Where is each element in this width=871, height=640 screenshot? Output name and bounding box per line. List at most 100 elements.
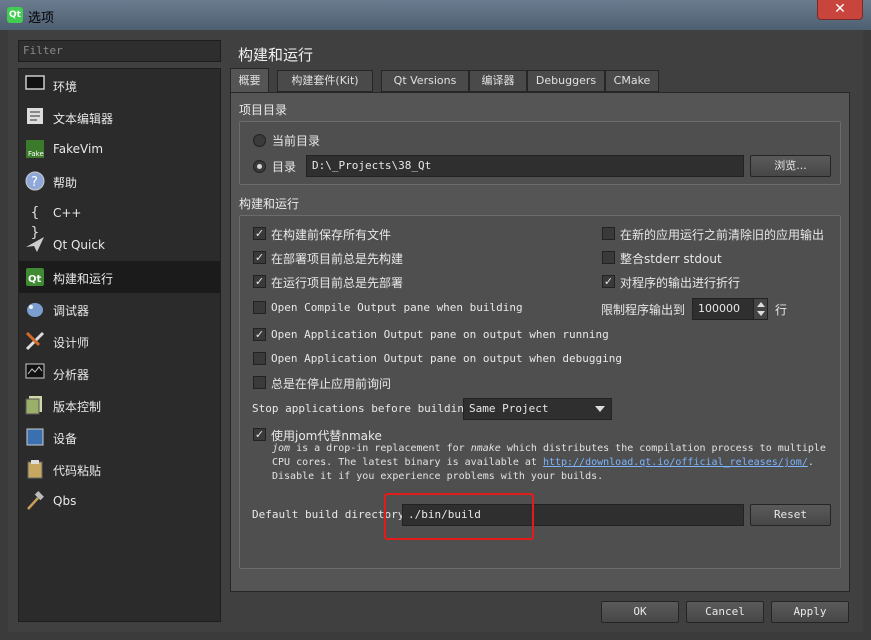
spinbox-arrows[interactable]	[753, 299, 767, 319]
limit-output-label: 限制程序输出到	[601, 303, 686, 317]
use-jom-checkbox[interactable]: ✓	[253, 428, 266, 441]
tab-cmake[interactable]: CMake	[605, 70, 659, 92]
open-compile-output-label: Open Compile Output pane when building	[271, 301, 523, 314]
annotation-highlight-box	[384, 493, 534, 540]
category-devices[interactable]: 设备	[19, 421, 220, 453]
tab-panel: 项目目录 当前目录 目录 D:\_Projects\38_Qt 浏览... 构建…	[230, 92, 850, 592]
category-label: 设备	[53, 432, 78, 446]
category-build-run[interactable]: Qt 构建和运行	[19, 261, 220, 293]
apply-button[interactable]: Apply	[771, 601, 849, 623]
dir-radio[interactable]	[253, 160, 266, 173]
wrap-output-checkbox[interactable]: ✓	[602, 275, 615, 288]
category-label: 分析器	[53, 368, 90, 382]
stop-apps-combobox[interactable]: Same Project	[463, 398, 612, 420]
dir-label: 目录	[272, 160, 297, 174]
stop-apps-value: Same Project	[469, 402, 549, 415]
category-cpp[interactable]: { } C++	[19, 197, 220, 241]
reset-button[interactable]: Reset	[750, 504, 831, 526]
limit-output-spinbox[interactable]: 100000	[692, 298, 768, 320]
dir-path-input[interactable]: D:\_Projects\38_Qt	[306, 155, 744, 177]
window-title: 选项	[28, 11, 55, 26]
category-qbs[interactable]: Qbs	[19, 485, 220, 517]
category-fakevim[interactable]: Fake FakeVim	[19, 133, 220, 165]
build-before-deploy-checkbox[interactable]: ✓	[253, 251, 266, 264]
category-label: Qt Quick	[53, 238, 105, 252]
svg-text:Qt: Qt	[28, 274, 42, 285]
options-window: Qt 选项 ✕ Filter 环境 文本编辑器 Fake FakeVim ? 帮…	[0, 0, 871, 640]
current-dir-label: 当前目录	[272, 134, 321, 148]
build-before-deploy-label: 在部署项目前总是先构建	[271, 252, 404, 266]
category-label: 调试器	[53, 304, 90, 318]
tab-overview[interactable]: 概要	[230, 68, 269, 92]
deploy-before-run-label: 在运行项目前总是先部署	[271, 276, 404, 290]
code-paste-icon	[24, 459, 46, 479]
jom-download-link[interactable]: http://download.qt.io/official_releases/…	[543, 457, 808, 468]
title-bar[interactable]: Qt 选项 ✕	[0, 0, 871, 30]
category-analyzer[interactable]: 分析器	[19, 357, 220, 389]
dialog-body: Filter 环境 文本编辑器 Fake FakeVim ? 帮助 { } C+…	[8, 30, 863, 632]
project-dir-title: 项目目录	[239, 103, 288, 117]
ask-before-stop-label: 总是在停止应用前询问	[271, 377, 392, 391]
monitor-icon	[24, 75, 46, 95]
category-help[interactable]: ? 帮助	[19, 165, 220, 197]
tab-compilers[interactable]: 编译器	[469, 70, 527, 92]
svg-text:?: ?	[31, 175, 38, 190]
analyzer-icon	[24, 363, 46, 383]
open-app-output-debug-checkbox[interactable]	[253, 352, 266, 365]
category-label: 设计师	[53, 336, 90, 350]
category-designer[interactable]: 设计师	[19, 325, 220, 357]
page-title: 构建和运行	[238, 46, 314, 64]
save-before-build-checkbox[interactable]: ✓	[253, 227, 266, 240]
category-label: 构建和运行	[53, 272, 114, 286]
fakevim-icon: Fake	[24, 139, 46, 159]
project-dir-group: 当前目录 目录 D:\_Projects\38_Qt 浏览...	[239, 121, 841, 185]
clear-old-output-label: 在新的应用运行之前清除旧的应用输出	[620, 228, 825, 242]
merge-stderr-checkbox[interactable]	[602, 251, 615, 264]
device-icon	[24, 427, 46, 447]
chevron-down-icon	[595, 406, 605, 412]
clear-old-output-checkbox[interactable]	[602, 227, 615, 240]
category-label: C++	[53, 206, 82, 220]
wrap-output-label: 对程序的输出进行折行	[620, 276, 741, 290]
category-label: 版本控制	[53, 400, 102, 414]
browse-button[interactable]: 浏览...	[750, 155, 831, 177]
ask-before-stop-checkbox[interactable]	[253, 376, 266, 389]
category-text-editor[interactable]: 文本编辑器	[19, 101, 220, 133]
build-run-group: ✓ 在构建前保存所有文件 ✓ 在部署项目前总是先构建 ✓ 在运行项目前总是先部署…	[239, 215, 841, 569]
save-before-build-label: 在构建前保存所有文件	[271, 228, 392, 242]
limit-output-value: 100000	[698, 302, 740, 315]
svg-text:Fake: Fake	[28, 150, 44, 158]
filter-input[interactable]: Filter	[18, 40, 221, 62]
category-debugger[interactable]: 调试器	[19, 293, 220, 325]
qt-logo-icon: Qt	[7, 7, 23, 23]
qt-build-icon: Qt	[24, 267, 46, 287]
build-run-title: 构建和运行	[239, 197, 300, 211]
category-label: 帮助	[53, 176, 78, 190]
tab-debuggers[interactable]: Debuggers	[527, 70, 605, 92]
jom-description-line-1: jom is a drop-in replacement for nmake w…	[272, 443, 826, 454]
category-qt-quick[interactable]: Qt Quick	[19, 229, 220, 261]
category-version-control[interactable]: 版本控制	[19, 389, 220, 421]
close-button[interactable]: ✕	[817, 0, 863, 20]
open-app-output-run-checkbox[interactable]: ✓	[253, 328, 266, 341]
category-environment[interactable]: 环境	[19, 69, 220, 101]
qt-quick-icon	[24, 235, 46, 255]
deploy-before-run-checkbox[interactable]: ✓	[253, 275, 266, 288]
category-label: 环境	[53, 80, 78, 94]
ok-button[interactable]: OK	[601, 601, 679, 623]
debugger-icon	[24, 299, 46, 319]
category-list: 环境 文本编辑器 Fake FakeVim ? 帮助 { } C++ Qt Qu…	[18, 68, 221, 622]
merge-stderr-label: 整合stderr stdout	[620, 252, 722, 266]
category-label: 文本编辑器	[53, 112, 114, 126]
cancel-button[interactable]: Cancel	[686, 601, 764, 623]
open-compile-output-checkbox[interactable]	[253, 301, 266, 314]
designer-icon	[24, 331, 46, 351]
tab-qt-versions[interactable]: Qt Versions	[381, 70, 469, 92]
limit-output-unit: 行	[775, 303, 788, 317]
jom-description-line-3: Disable it if you experience problems wi…	[272, 471, 604, 482]
category-code-paste[interactable]: 代码粘贴	[19, 453, 220, 485]
category-label: 代码粘贴	[53, 464, 102, 478]
hammer-icon	[24, 491, 46, 511]
current-dir-radio[interactable]	[253, 134, 266, 147]
tab-kits[interactable]: 构建套件(Kit)	[277, 70, 373, 92]
